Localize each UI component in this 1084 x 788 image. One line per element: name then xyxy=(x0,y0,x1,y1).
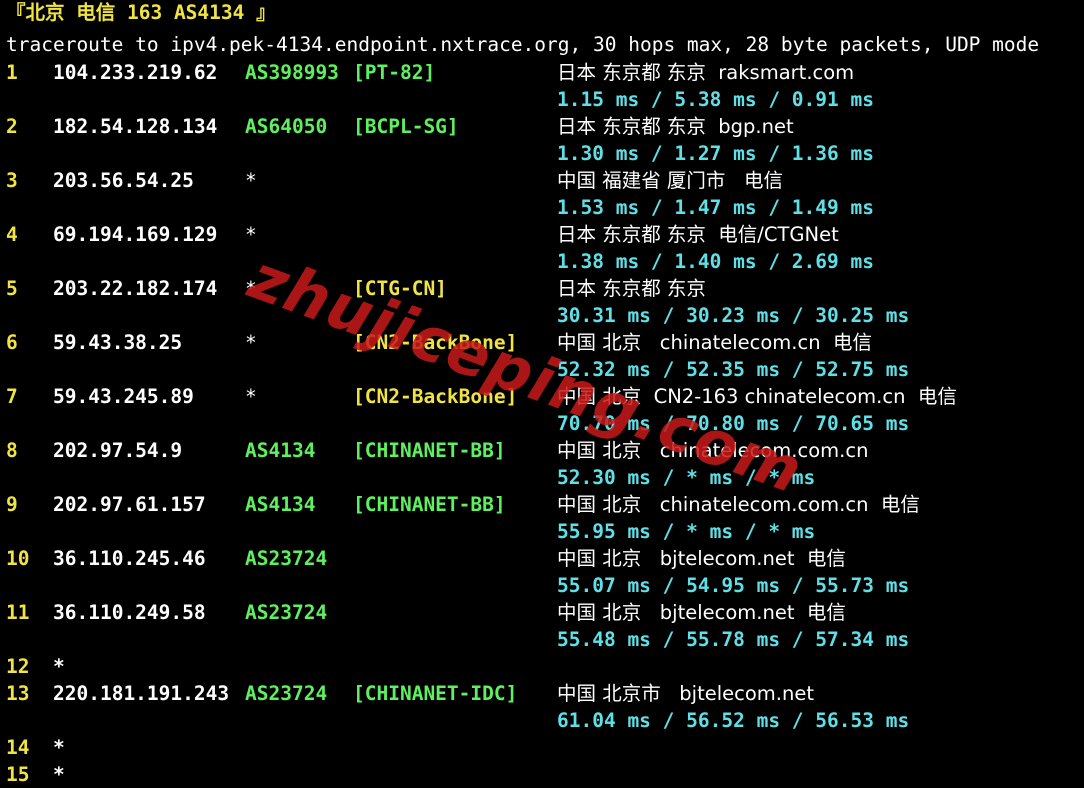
hop-asn: AS4134 xyxy=(245,493,316,516)
hop-rtt: 1.15 ms / 5.38 ms / 0.91 ms xyxy=(557,88,874,111)
hop-ip: 36.110.249.58 xyxy=(53,601,206,624)
hop-network-tag: [PT-82] xyxy=(353,61,436,84)
hop-asn: AS64050 xyxy=(245,115,328,138)
hop-asn: AS398993 xyxy=(245,61,339,84)
hop-number: 11 xyxy=(6,601,30,624)
hop-asn: * xyxy=(245,277,257,300)
hop-ip: 202.97.54.9 xyxy=(53,439,183,462)
hop-rtt: 55.95 ms / * ms / * ms xyxy=(557,520,816,543)
hop-ip: 202.97.61.157 xyxy=(53,493,206,516)
traceroute-command-line: traceroute to ipv4.pek-4134.endpoint.nxt… xyxy=(6,33,1040,56)
hop-rtt: 1.38 ms / 1.40 ms / 2.69 ms xyxy=(557,250,874,273)
hop-number: 13 xyxy=(6,682,30,705)
hop-rtt: 1.53 ms / 1.47 ms / 1.49 ms xyxy=(557,196,874,219)
hop-ip: 203.22.182.174 xyxy=(53,277,218,300)
hop-asn: * xyxy=(245,385,257,408)
hop-number: 6 xyxy=(6,331,18,354)
hop-number: 7 xyxy=(6,385,18,408)
hop-network-tag: [CN2-BackBone] xyxy=(353,385,518,408)
hop-network-tag: [CHINANET-BB] xyxy=(353,439,506,462)
terminal-window[interactable]: 『北京 电信 163 AS4134 』 traceroute to ipv4.p… xyxy=(0,0,1084,786)
hop-network-tag: [CHINANET-IDC] xyxy=(353,682,518,705)
hop-ip: 36.110.245.46 xyxy=(53,547,206,570)
hop-ip: 59.43.245.89 xyxy=(53,385,194,408)
hop-geo-location: 中国 北京 chinatelecom.cn 电信 xyxy=(557,331,872,354)
hop-ip: * xyxy=(53,655,65,678)
hop-geo-location: 中国 北京 bjtelecom.net 电信 xyxy=(557,547,846,570)
hop-asn: AS23724 xyxy=(245,682,328,705)
hop-geo-location: 日本 东京都 东京 电信/CTGNet xyxy=(557,223,839,246)
route-title: 『北京 电信 163 AS4134 』 xyxy=(6,1,276,24)
hop-rtt: 1.30 ms / 1.27 ms / 1.36 ms xyxy=(557,142,874,165)
hop-network-tag: [BCPL-SG] xyxy=(353,115,459,138)
hop-geo-location: 日本 东京都 东京 xyxy=(557,277,706,300)
hop-ip: 182.54.128.134 xyxy=(53,115,218,138)
hop-geo-location: 中国 北京 chinatelecom.com.cn 电信 xyxy=(557,493,920,516)
hop-rtt: 70.70 ms / 70.80 ms / 70.65 ms xyxy=(557,412,910,435)
hop-rtt: 52.32 ms / 52.35 ms / 52.75 ms xyxy=(557,358,910,381)
hop-asn: * xyxy=(245,223,257,246)
hop-asn: AS4134 xyxy=(245,439,316,462)
hop-number: 10 xyxy=(6,547,30,570)
hop-number: 1 xyxy=(6,61,18,84)
hop-rtt: 55.07 ms / 54.95 ms / 55.73 ms xyxy=(557,574,910,597)
hop-ip: 203.56.54.25 xyxy=(53,169,194,192)
hop-rtt: 55.48 ms / 55.78 ms / 57.34 ms xyxy=(557,628,910,651)
hop-number: 9 xyxy=(6,493,18,516)
hop-asn: AS23724 xyxy=(245,601,328,624)
hop-geo-location: 中国 北京 CN2-163 chinatelecom.cn 电信 xyxy=(557,385,957,408)
hop-geo-location: 中国 福建省 厦门市 电信 xyxy=(557,169,783,192)
hop-number: 4 xyxy=(6,223,18,246)
hop-number: 5 xyxy=(6,277,18,300)
hop-network-tag: [CHINANET-BB] xyxy=(353,493,506,516)
hop-ip: * xyxy=(53,736,65,759)
hop-number: 3 xyxy=(6,169,18,192)
hop-number: 8 xyxy=(6,439,18,462)
hop-network-tag: [CTG-CN] xyxy=(353,277,447,300)
hop-ip: 69.194.169.129 xyxy=(53,223,218,246)
hop-asn: * xyxy=(245,169,257,192)
hop-geo-location: 日本 东京都 东京 raksmart.com xyxy=(557,61,855,84)
hop-geo-location: 中国 北京 chinatelecom.com.cn xyxy=(557,439,869,462)
hop-number: 15 xyxy=(6,763,30,786)
hop-number: 2 xyxy=(6,115,18,138)
hop-geo-location: 日本 东京都 东京 bgp.net xyxy=(557,115,794,138)
hop-network-tag: [CN2-BackBone] xyxy=(353,331,518,354)
hop-geo-location: 中国 北京市 bjtelecom.net xyxy=(557,682,814,705)
hop-asn: * xyxy=(245,331,257,354)
hop-ip: * xyxy=(53,763,65,786)
hop-geo-location: 中国 北京 bjtelecom.net 电信 xyxy=(557,601,846,624)
hop-asn: AS23724 xyxy=(245,547,328,570)
hop-number: 12 xyxy=(6,655,30,678)
hop-number: 14 xyxy=(6,736,30,759)
hop-ip: 220.181.191.243 xyxy=(53,682,230,705)
hop-ip: 59.43.38.25 xyxy=(53,331,183,354)
hop-rtt: 52.30 ms / * ms / * ms xyxy=(557,466,816,489)
hop-rtt: 30.31 ms / 30.23 ms / 30.25 ms xyxy=(557,304,910,327)
hop-ip: 104.233.219.62 xyxy=(53,61,218,84)
hop-rtt: 61.04 ms / 56.52 ms / 56.53 ms xyxy=(557,709,910,732)
